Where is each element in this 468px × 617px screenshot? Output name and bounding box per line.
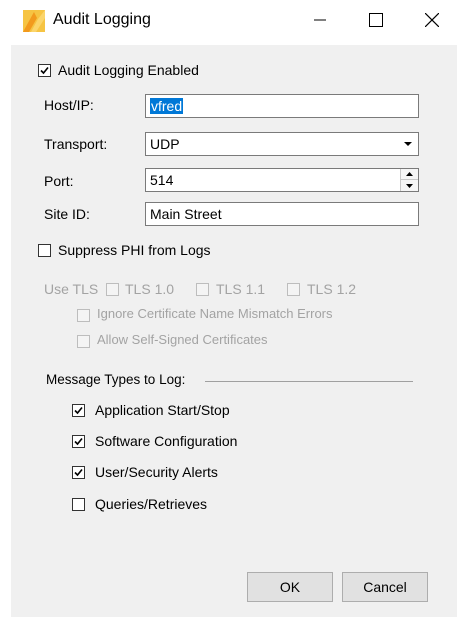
transport-value: UDP <box>150 136 180 152</box>
port-label: Port: <box>44 173 74 189</box>
maximize-button[interactable] <box>353 0 399 40</box>
tls-1-0-label: TLS 1.0 <box>125 281 175 297</box>
checkmark-icon <box>74 468 83 477</box>
tls-1-1-checkbox[interactable] <box>196 283 209 296</box>
ignore-mismatch-checkbox[interactable] <box>77 309 90 322</box>
msg-software-config-label: Software Configuration <box>95 433 238 449</box>
group-divider <box>205 381 413 382</box>
ignore-mismatch-label: Ignore Certificate Name Mismatch Errors <box>97 306 333 321</box>
close-icon <box>425 13 439 27</box>
tls-1-1-label: TLS 1.1 <box>216 281 266 297</box>
suppress-phi-label: Suppress PHI from Logs <box>58 242 211 258</box>
port-stepper[interactable]: 514 <box>145 168 419 192</box>
host-label: Host/IP: <box>44 97 94 113</box>
tls-1-2-checkbox[interactable] <box>287 283 300 296</box>
msg-software-config-checkbox[interactable] <box>72 435 85 448</box>
checkmark-icon <box>74 406 83 415</box>
port-value: 514 <box>150 172 174 188</box>
allow-self-signed-label: Allow Self-Signed Certificates <box>97 332 268 347</box>
cancel-button[interactable]: Cancel <box>342 572 428 602</box>
msg-queries-retrieves-label: Queries/Retrieves <box>95 496 208 512</box>
host-input[interactable]: vfred <box>145 94 419 118</box>
checkmark-icon <box>40 66 49 75</box>
title-bar: Audit Logging <box>11 0 457 45</box>
checkmark-icon <box>74 437 83 446</box>
site-id-value: Main Street <box>150 206 222 222</box>
message-types-group-label: Message Types to Log: <box>46 372 186 387</box>
port-spin-buttons <box>400 169 418 191</box>
audit-enabled-label: Audit Logging Enabled <box>58 62 199 78</box>
minimize-icon <box>314 19 326 21</box>
host-value: vfred <box>150 98 184 114</box>
window-title: Audit Logging <box>53 11 151 28</box>
msg-app-start-stop-label: Application Start/Stop <box>95 402 230 418</box>
site-id-input[interactable]: Main Street <box>145 202 419 226</box>
site-id-label: Site ID: <box>44 206 90 222</box>
app-logo-icon <box>23 10 45 32</box>
spin-up-icon[interactable] <box>401 169 418 180</box>
dropdown-arrow-icon[interactable] <box>398 133 418 155</box>
audit-logging-dialog: Audit Logging Audit Logging Enabled Host… <box>11 0 457 617</box>
msg-user-security-label: User/Security Alerts <box>95 464 218 480</box>
tls-1-2-label: TLS 1.2 <box>307 281 357 297</box>
ok-button[interactable]: OK <box>247 572 333 602</box>
spin-down-icon[interactable] <box>401 180 418 191</box>
audit-enabled-checkbox[interactable] <box>38 64 51 77</box>
transport-select[interactable]: UDP <box>145 132 419 156</box>
tls-1-0-checkbox[interactable] <box>106 283 119 296</box>
msg-user-security-checkbox[interactable] <box>72 466 85 479</box>
msg-queries-retrieves-checkbox[interactable] <box>72 498 85 511</box>
suppress-phi-checkbox[interactable] <box>38 244 51 257</box>
allow-self-signed-checkbox[interactable] <box>77 335 90 348</box>
maximize-icon <box>369 13 383 27</box>
transport-label: Transport: <box>44 136 108 152</box>
minimize-button[interactable] <box>297 0 343 40</box>
use-tls-label: Use TLS <box>44 281 99 297</box>
close-button[interactable] <box>409 0 455 40</box>
msg-app-start-stop-checkbox[interactable] <box>72 404 85 417</box>
